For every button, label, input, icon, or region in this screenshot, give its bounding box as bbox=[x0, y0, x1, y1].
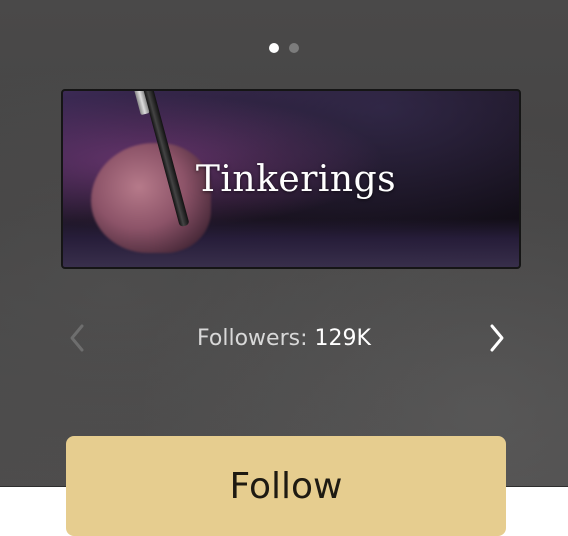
next-button[interactable] bbox=[482, 316, 512, 360]
collection-banner: Tinkerings bbox=[61, 89, 521, 269]
chevron-left-icon bbox=[70, 324, 84, 352]
carousel-pagination bbox=[0, 43, 568, 53]
banner-title: Tinkerings bbox=[195, 158, 397, 200]
chevron-right-icon bbox=[490, 324, 504, 352]
pagination-dot[interactable] bbox=[289, 43, 299, 53]
prev-button[interactable] bbox=[62, 316, 92, 360]
carousel-nav: Followers: 129K bbox=[0, 316, 568, 360]
followers-label: Followers: bbox=[197, 325, 308, 351]
pagination-dot-active[interactable] bbox=[269, 43, 279, 53]
followers-count: 129K bbox=[314, 325, 371, 351]
follow-button[interactable]: Follow bbox=[66, 436, 506, 536]
